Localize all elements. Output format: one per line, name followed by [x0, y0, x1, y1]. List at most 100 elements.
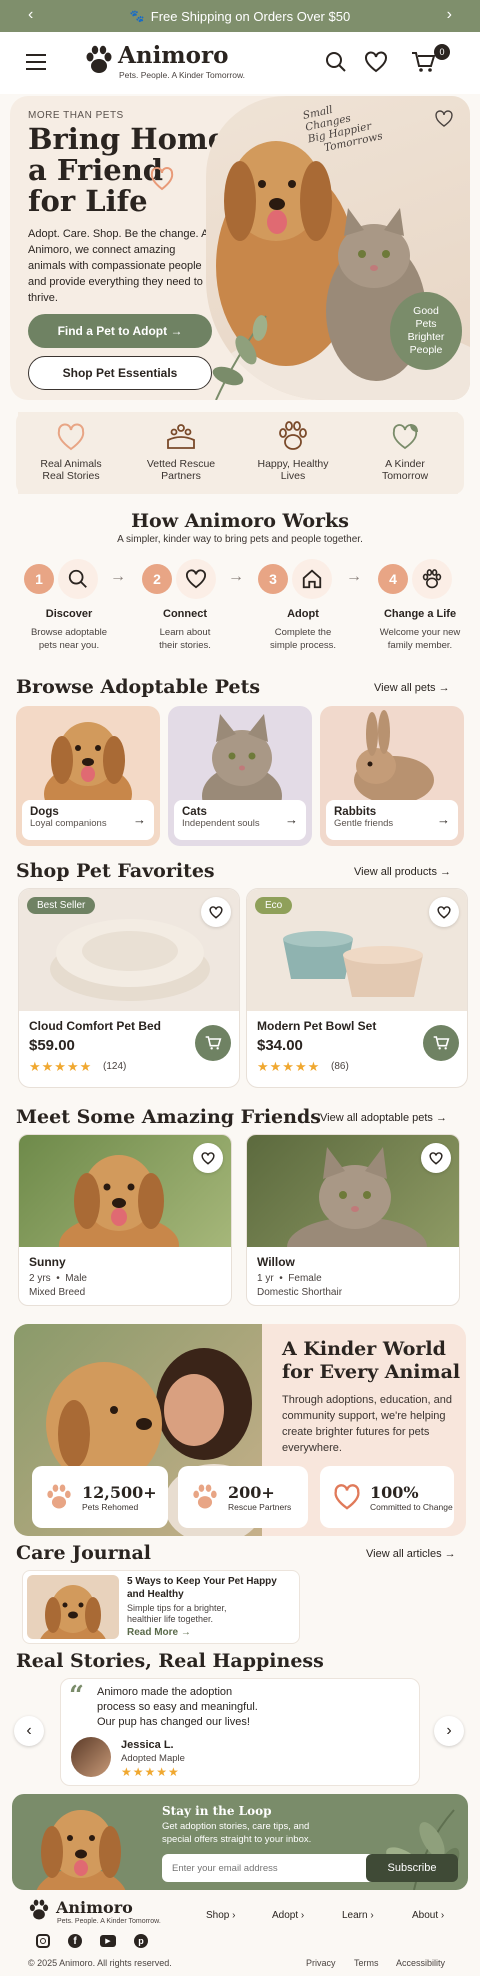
step-connect: Connect Learn about their stories.	[159, 608, 211, 651]
avatar	[71, 1737, 111, 1777]
how-subtitle: A simpler, kinder way to bring pets and …	[117, 534, 363, 545]
testimonial-author-sub: Adopted Maple	[121, 1753, 185, 1764]
pinterest-icon[interactable]: p	[134, 1934, 148, 1948]
product-card[interactable]: Eco Modern Pet Bowl Set $34.00 ★★★★★ (86…	[246, 888, 468, 1088]
hero-section: MORE THAN PETS Bring Home a Friend for L…	[10, 96, 470, 400]
view-all-products-link[interactable]: View all products →	[354, 866, 451, 878]
cat-photo	[202, 714, 282, 806]
review-count: (86)	[331, 1061, 349, 1072]
article-title: 5 Ways to Keep Your Pet Happy and Health…	[127, 1576, 277, 1600]
pet-category-rabbits[interactable]: Rabbits Gentle friends →	[320, 706, 464, 846]
review-count: (124)	[103, 1061, 127, 1072]
footer-link-privacy[interactable]: Privacy	[306, 1958, 336, 1968]
pet-profile-card[interactable]: Sunny 2 yrs • Male Mixed Breed	[18, 1134, 232, 1306]
footer-link-accessibility[interactable]: Accessibility	[396, 1958, 445, 1968]
add-to-cart-button[interactable]	[195, 1025, 231, 1061]
view-all-pets-link[interactable]: View all pets →	[374, 682, 450, 694]
site-header: Animoro Pets. People. A Kinder Tomorrow.…	[0, 32, 480, 94]
pet-category-label: Dogs Loyal companions →	[22, 800, 154, 840]
arrow-icon: →	[228, 568, 244, 585]
heart-doodle-icon	[150, 167, 174, 191]
pet-name: Willow	[257, 1255, 295, 1269]
pet-age-sex: 1 yr • Female	[257, 1273, 322, 1284]
footer-brand-name[interactable]: Animoro	[56, 1898, 133, 1917]
search-icon	[58, 559, 98, 599]
footer-nav-shop[interactable]: Shop ›	[206, 1910, 235, 1921]
add-to-cart-button[interactable]	[423, 1025, 459, 1061]
step-adopt: Adopt Complete the simple process.	[270, 608, 336, 651]
pet-breed: Mixed Breed	[29, 1287, 86, 1298]
wishlist-heart-icon[interactable]	[421, 1143, 451, 1173]
feature-happy-lives: Happy, Healthy Lives	[240, 412, 346, 494]
pet-category-dogs[interactable]: Dogs Loyal companions →	[16, 706, 160, 846]
wishlist-heart-icon[interactable]	[201, 897, 231, 927]
product-price: $34.00	[257, 1037, 303, 1054]
pet-category-label: Rabbits Gentle friends →	[326, 800, 458, 840]
leaf-heart-icon	[392, 424, 418, 450]
testimonial-quote: Animoro made the adoption process so eas…	[97, 1686, 258, 1728]
stat-rescue-partners: 200+ Rescue Partners	[178, 1466, 308, 1528]
pet-profile-card[interactable]: Willow 1 yr • Female Domestic Shorthair	[246, 1134, 460, 1306]
journal-article-card[interactable]: 5 Ways to Keep Your Pet Happy and Health…	[22, 1570, 300, 1644]
chevron-right-icon[interactable]: ›	[447, 6, 452, 24]
newsletter-section: Stay in the Loop Get adoption stories, c…	[12, 1794, 468, 1890]
footer-nav-adopt[interactable]: Adopt ›	[272, 1910, 304, 1921]
feature-kinder-tomorrow: A Kinder Tomorrow	[352, 412, 458, 494]
article-thumbnail	[27, 1575, 119, 1639]
product-card[interactable]: Best Seller Cloud Comfort Pet Bed $59.00…	[18, 888, 240, 1088]
view-all-adoptable-link[interactable]: View all adoptable pets →	[320, 1112, 447, 1124]
heart-icon	[334, 1484, 360, 1510]
paw-icon	[193, 1484, 217, 1509]
email-input[interactable]	[162, 1854, 376, 1882]
feature-real-animals: Real Animals Real Stories	[18, 412, 124, 494]
paw-icon	[279, 421, 307, 450]
leaf-decoration-icon	[212, 315, 268, 400]
rating-stars: ★★★★★	[29, 1059, 93, 1074]
newsletter-title: Stay in the Loop	[162, 1804, 272, 1818]
eco-badge: Eco	[255, 897, 293, 914]
arrow-right-icon[interactable]: →	[133, 812, 146, 827]
step-discover: Discover Browse adoptable pets near you.	[30, 608, 108, 651]
read-more-link[interactable]: Read More →	[127, 1627, 191, 1638]
paw-icon	[412, 559, 452, 599]
stories-title: Real Stories, Real Happiness	[16, 1650, 324, 1672]
copyright: © 2025 Animoro. All rights reserved.	[28, 1958, 172, 1968]
paw-logo-icon[interactable]	[84, 44, 114, 76]
footer-nav-about[interactable]: About ›	[412, 1910, 444, 1921]
footer-tagline: Pets. People. A Kinder Tomorrow.	[57, 1918, 161, 1925]
carousel-prev-button[interactable]: ‹	[14, 1716, 44, 1746]
menu-icon[interactable]	[26, 54, 46, 70]
facebook-icon[interactable]: f	[68, 1934, 82, 1948]
paw-logo-icon[interactable]	[28, 1898, 50, 1922]
how-title: How Animoro Works	[131, 510, 349, 532]
stat-pets-rehomed: 12,500+ Pets Rehomed	[32, 1466, 168, 1528]
find-pet-button[interactable]: Find a Pet to Adopt →	[28, 314, 212, 348]
wishlist-heart-icon[interactable]	[429, 897, 459, 927]
shop-title: Shop Pet Favorites	[16, 860, 215, 882]
instagram-icon[interactable]	[36, 1934, 50, 1948]
footer-link-terms[interactable]: Terms	[354, 1958, 379, 1968]
youtube-icon[interactable]: ▶	[100, 1935, 116, 1947]
journal-title: Care Journal	[16, 1542, 151, 1564]
step-number: 2	[142, 564, 172, 594]
search-icon[interactable]	[324, 50, 348, 74]
pet-category-cats[interactable]: Cats Independent souls →	[168, 706, 312, 846]
hero-body: Adopt. Care. Shop. Be the change. At Ani…	[28, 228, 212, 304]
cart-icon[interactable]	[410, 50, 436, 74]
wishlist-heart-icon[interactable]	[193, 1143, 223, 1173]
shop-essentials-button[interactable]: Shop Pet Essentials	[28, 356, 212, 390]
subscribe-button[interactable]: Subscribe	[366, 1854, 458, 1882]
footer-nav-learn[interactable]: Learn ›	[342, 1910, 374, 1921]
article-subtitle: Simple tips for a brighter, healthier li…	[127, 1603, 227, 1624]
arrow-right-icon[interactable]: →	[285, 812, 298, 827]
announcement-bar: ‹ 🐾 Free Shipping on Orders Over $50 ›	[0, 0, 480, 32]
arrow-right-icon[interactable]: →	[437, 812, 450, 827]
brand-name[interactable]: Animoro	[118, 42, 228, 69]
view-all-articles-link[interactable]: View all articles →	[366, 1548, 456, 1560]
heart-icon[interactable]	[364, 51, 388, 73]
chevron-left-icon[interactable]: ‹	[28, 6, 33, 24]
paw-icon	[47, 1484, 71, 1509]
carousel-next-button[interactable]: ›	[434, 1716, 464, 1746]
rabbit-photo	[354, 710, 434, 804]
newsletter-dog-photo	[36, 1810, 126, 1890]
